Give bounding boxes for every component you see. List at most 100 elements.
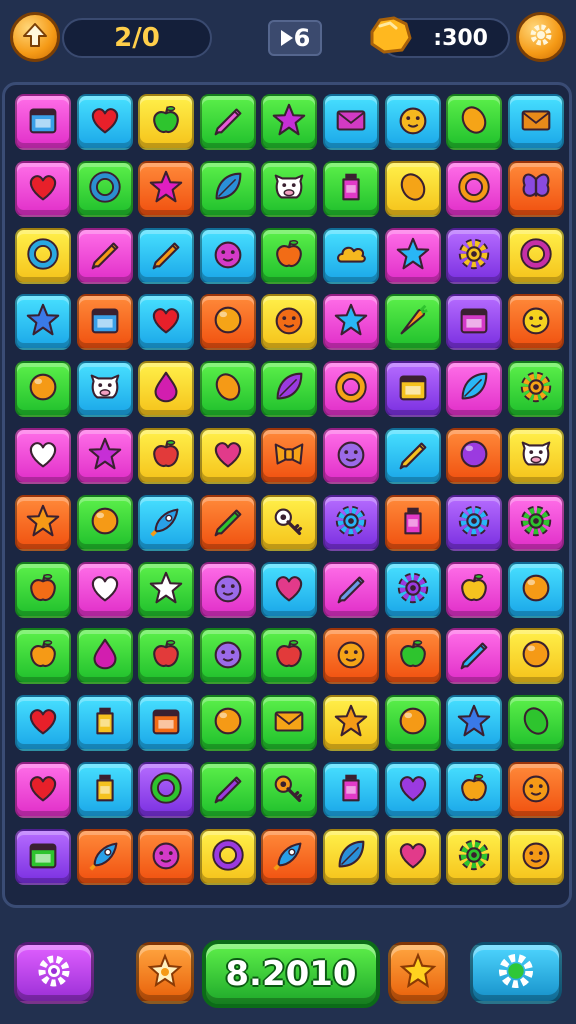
tile[interactable] — [15, 94, 71, 150]
settings-button[interactable] — [516, 12, 566, 62]
tile[interactable] — [138, 428, 195, 484]
tile[interactable] — [323, 160, 379, 217]
tile[interactable] — [15, 828, 71, 885]
tile[interactable] — [76, 828, 133, 885]
tile[interactable] — [261, 361, 318, 418]
tile[interactable] — [384, 828, 441, 885]
tile[interactable] — [15, 695, 71, 752]
tile[interactable] — [261, 628, 318, 685]
tile[interactable] — [507, 828, 564, 885]
booster-button-1[interactable] — [136, 942, 194, 1004]
tile[interactable] — [446, 361, 503, 418]
tile[interactable] — [446, 762, 503, 818]
tile[interactable] — [261, 695, 318, 752]
tile[interactable] — [138, 227, 195, 284]
tile[interactable] — [507, 227, 564, 284]
booster-button-2[interactable] — [388, 942, 448, 1004]
tile[interactable] — [384, 695, 441, 752]
tile[interactable] — [384, 428, 441, 484]
tile[interactable] — [384, 294, 441, 351]
tile[interactable] — [199, 628, 256, 685]
tile[interactable] — [446, 561, 503, 618]
tile[interactable] — [76, 160, 133, 217]
tile[interactable] — [15, 561, 71, 618]
tile[interactable] — [323, 494, 379, 551]
tile[interactable] — [323, 762, 379, 818]
tile[interactable] — [138, 695, 195, 752]
tile[interactable] — [15, 294, 71, 351]
tile[interactable] — [261, 561, 318, 618]
tile[interactable] — [261, 227, 318, 284]
tile[interactable] — [384, 762, 441, 818]
tile[interactable] — [323, 561, 379, 618]
tile[interactable] — [261, 762, 318, 818]
tile[interactable] — [384, 160, 441, 217]
tile[interactable] — [507, 628, 564, 685]
tile[interactable] — [76, 695, 133, 752]
tile[interactable] — [261, 494, 318, 551]
tile[interactable] — [199, 227, 256, 284]
tile[interactable] — [507, 94, 564, 150]
tile[interactable] — [76, 628, 133, 685]
tile[interactable] — [446, 94, 503, 150]
tile[interactable] — [323, 428, 379, 484]
tile[interactable] — [15, 361, 71, 418]
tile[interactable] — [76, 561, 133, 618]
tile[interactable] — [261, 428, 318, 484]
tile[interactable] — [323, 695, 379, 752]
tile[interactable] — [199, 561, 256, 618]
tile[interactable] — [446, 494, 503, 551]
tile[interactable] — [76, 94, 133, 150]
home-button[interactable] — [10, 12, 60, 62]
tile[interactable] — [446, 160, 503, 217]
tile[interactable] — [323, 628, 379, 685]
tile[interactable] — [199, 428, 256, 484]
tile[interactable] — [446, 628, 503, 685]
tile[interactable] — [199, 494, 256, 551]
tile[interactable] — [199, 828, 256, 885]
tile[interactable] — [138, 628, 195, 685]
tile[interactable] — [446, 428, 503, 484]
tile[interactable] — [507, 494, 564, 551]
tile[interactable] — [199, 695, 256, 752]
tile[interactable] — [446, 828, 503, 885]
tile[interactable] — [507, 695, 564, 752]
tile[interactable] — [199, 160, 256, 217]
tile[interactable] — [199, 762, 256, 818]
tile[interactable] — [323, 361, 379, 418]
tile[interactable] — [15, 628, 71, 685]
tile[interactable] — [507, 561, 564, 618]
tile[interactable] — [15, 227, 71, 284]
tile[interactable] — [138, 94, 195, 150]
tile[interactable] — [323, 828, 379, 885]
tile[interactable] — [384, 94, 441, 150]
tile[interactable] — [507, 361, 564, 418]
tile[interactable] — [384, 494, 441, 551]
tile[interactable] — [384, 361, 441, 418]
tile[interactable] — [76, 494, 133, 551]
tile[interactable] — [199, 294, 256, 351]
tile[interactable] — [261, 294, 318, 351]
tile[interactable] — [15, 762, 71, 818]
tile[interactable] — [138, 561, 195, 618]
tile[interactable] — [76, 294, 133, 351]
tile[interactable] — [261, 828, 318, 885]
tile[interactable] — [15, 428, 71, 484]
tile[interactable] — [138, 160, 195, 217]
tile[interactable] — [507, 428, 564, 484]
tile[interactable] — [15, 160, 71, 217]
tile[interactable] — [138, 294, 195, 351]
tile[interactable] — [384, 227, 441, 284]
tile[interactable] — [507, 160, 564, 217]
menu-button[interactable] — [470, 942, 562, 1004]
tile[interactable] — [138, 828, 195, 885]
tile[interactable] — [446, 294, 503, 351]
tile[interactable] — [76, 227, 133, 284]
tile[interactable] — [507, 294, 564, 351]
tile[interactable] — [261, 160, 318, 217]
tile[interactable] — [446, 227, 503, 284]
tile[interactable] — [199, 361, 256, 418]
tile[interactable] — [323, 94, 379, 150]
tile[interactable] — [323, 294, 379, 351]
tile[interactable] — [76, 361, 133, 418]
